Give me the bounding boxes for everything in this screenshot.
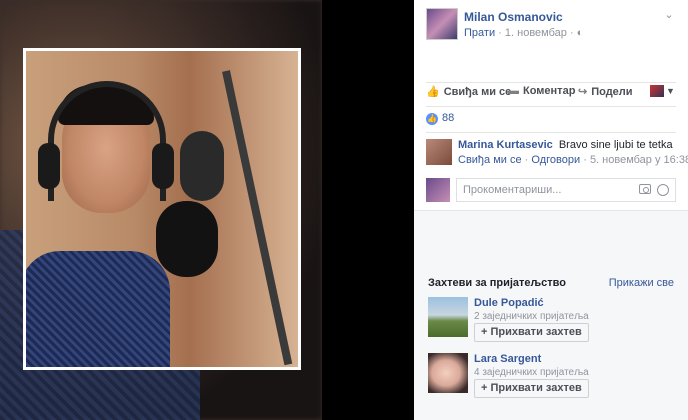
comment-reply-link[interactable]: Одговори	[531, 154, 580, 166]
comments-section: Marina Kurtasevic Bravo sine ljubi te te…	[426, 132, 688, 166]
comment-timestamp[interactable]: 5. новембар у 16:38	[590, 154, 688, 166]
requester-name[interactable]: Dule Popadić	[474, 297, 544, 309]
commenter-name-line: Marina Kurtasevic Bravo sine ljubi te te…	[458, 139, 673, 151]
comment-separator: ·	[583, 154, 587, 166]
author-name[interactable]: Milan Osmanovic	[464, 10, 563, 24]
comment-button-label: Коментар	[523, 85, 576, 97]
requester-avatar[interactable]	[428, 297, 468, 337]
acting-as-selector[interactable]: ▼	[650, 85, 676, 99]
camera-icon[interactable]	[639, 184, 651, 194]
reactions-summary[interactable]: 👍 88	[426, 106, 676, 128]
viewer-avatar	[426, 178, 450, 202]
photo[interactable]	[23, 48, 301, 370]
comment-like-link[interactable]: Свиђа ми се	[458, 154, 522, 166]
chevron-down-icon[interactable]: ⌄	[662, 8, 676, 22]
comment-composer	[426, 178, 676, 202]
thumbs-up-icon: 👍	[426, 113, 438, 125]
friend-requests-header: Захтеви за пријатељство Прикажи све	[428, 277, 674, 291]
comment: Marina Kurtasevic Bravo sine ljubi te te…	[426, 139, 688, 173]
like-count[interactable]: 88	[442, 112, 454, 124]
photo-shirt	[26, 251, 170, 367]
comment-separator: ·	[524, 154, 529, 166]
comment-icon: ▬	[508, 85, 519, 97]
emoji-icon[interactable]	[657, 184, 669, 196]
commenter-name[interactable]: Marina Kurtasevic	[458, 139, 553, 151]
thumbs-up-icon: 👍	[426, 86, 440, 98]
post-meta: Прати · 1. новембар · ◐	[464, 27, 583, 39]
mutual-friends[interactable]: 4 заједничких пријатеља	[474, 367, 589, 378]
requester-name[interactable]: Lara Sargent	[474, 353, 541, 365]
post-date[interactable]: 1. новембар	[505, 27, 567, 39]
author-avatar[interactable]	[426, 8, 458, 40]
share-button-label: Подели	[591, 86, 633, 98]
follow-link[interactable]: Прати	[464, 27, 495, 39]
post-header: Milan Osmanovic Прати · 1. новембар · ◐ …	[426, 8, 676, 40]
mutual-friends[interactable]: 2 заједничких пријатеља	[474, 311, 589, 322]
friend-request-item: Lara Sargent 4 заједничких пријатеља + Пр…	[428, 353, 674, 398]
photo-earcup-right	[152, 143, 174, 189]
comment-input[interactable]	[457, 179, 627, 201]
side-panel: Milan Osmanovic Прати · 1. новембар · ◐ …	[414, 0, 688, 420]
friend-requests-panel: Захтеви за пријатељство Прикажи све Dule…	[414, 210, 688, 420]
comment-input-wrapper	[456, 178, 676, 202]
photo-microphone	[156, 201, 218, 277]
accept-request-button[interactable]: + Прихвати захтев	[474, 323, 589, 342]
meta-separator: ·	[569, 27, 574, 39]
share-icon: ↪	[578, 86, 588, 98]
like-button[interactable]: 👍 Свиђа ми се	[426, 85, 511, 98]
photo-earcup-left	[38, 143, 60, 189]
like-button-label: Свиђа ми се	[443, 86, 512, 98]
add-friend-icon: +	[481, 382, 488, 394]
accept-request-label: Прихвати захтев	[490, 382, 582, 394]
photo-viewer[interactable]	[0, 0, 322, 420]
comment-button[interactable]: ▬ Коментар	[508, 85, 575, 97]
caret-down-icon: ▼	[666, 86, 675, 96]
see-all-link[interactable]: Прикажи све	[609, 277, 674, 289]
photo-headphones	[48, 81, 166, 201]
friend-requests-title: Захтеви за пријатељство	[428, 277, 567, 289]
share-button[interactable]: ↪ Подели	[578, 85, 633, 98]
commenter-avatar[interactable]	[426, 139, 452, 165]
post-action-bar: 👍 Свиђа ми се ▬ Коментар ↪ Подели ▼	[426, 82, 676, 100]
photo-mic-mount	[180, 131, 224, 201]
meta-separator: ·	[498, 27, 502, 39]
add-friend-icon: +	[481, 326, 488, 338]
friend-request-item: Dule Popadić 2 заједничких пријатеља + Пр…	[428, 297, 674, 342]
accept-request-label: Прихвати захтев	[490, 326, 582, 338]
requester-avatar[interactable]	[428, 353, 468, 393]
globe-icon: ◐	[576, 27, 584, 39]
page-avatar	[650, 85, 664, 98]
comment-actions: Свиђа ми се · Одговори · 5. новембар у 1…	[458, 154, 688, 166]
accept-request-button[interactable]: + Прихвати захтев	[474, 379, 589, 398]
comment-text: Bravo sine ljubi te tetka	[558, 139, 673, 151]
